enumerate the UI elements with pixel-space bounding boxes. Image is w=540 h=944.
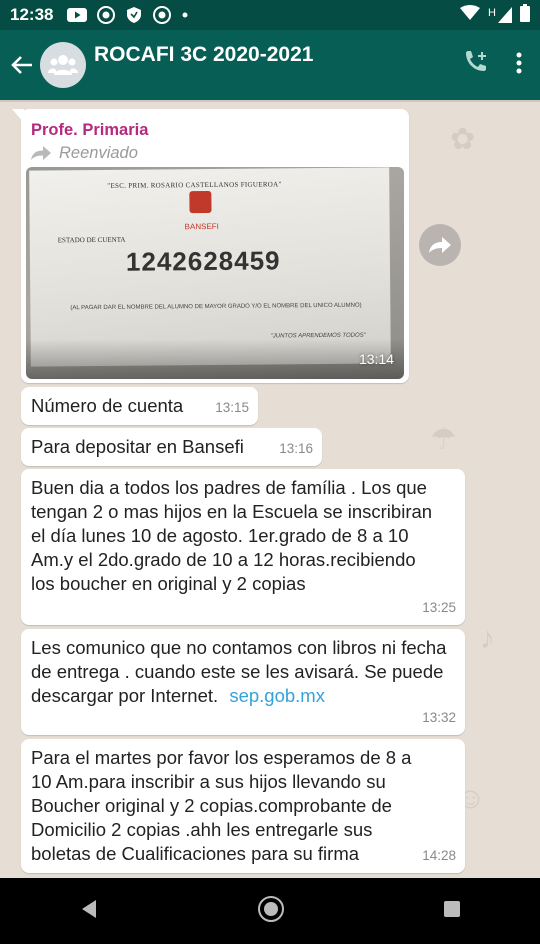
chrome-icon	[153, 6, 172, 24]
message-time: 14:28	[422, 848, 456, 863]
message-time: 13:25	[422, 600, 456, 615]
photo-thumbnail[interactable]: "ESC. PRIM. ROSARIO CASTELLANOS FIGUEROA…	[26, 167, 404, 379]
status-bar: 12:38 H	[0, 0, 540, 30]
group-icon	[48, 55, 78, 75]
forward-button[interactable]	[419, 224, 461, 266]
background-doodle: ☂	[430, 423, 457, 456]
message-time: 13:32	[422, 710, 456, 725]
photo-label: ESTADO DE CUENTA	[57, 235, 126, 245]
message-text: Les comunico que no contamos con libros …	[31, 636, 455, 708]
text-message[interactable]: Les comunico que no contamos con libros …	[21, 629, 465, 735]
chat-header: ROCAFI 3C 2020-2021	[0, 30, 540, 100]
dot-icon	[181, 11, 189, 19]
forward-icon	[429, 237, 451, 253]
shield-app-icon	[125, 6, 143, 24]
bubble-tail	[12, 109, 24, 123]
more-options-icon[interactable]	[516, 52, 522, 79]
battery-icon	[520, 3, 530, 27]
network-type-label: H	[488, 7, 496, 19]
forward-arrow-icon	[31, 146, 51, 160]
text-message[interactable]: Para depositar en Bansefi 13:16	[21, 428, 322, 466]
message-time: 13:16	[279, 441, 313, 456]
chat-area[interactable]: ✿ ☂ ♪ ☺ Profe. Primaria Reenviado "ESC. …	[0, 102, 540, 878]
status-time: 12:38	[10, 5, 54, 24]
photo-account-number: 1242628459	[125, 245, 281, 277]
add-call-icon[interactable]	[462, 49, 490, 82]
message-text: Para el martes por favor los esperamos d…	[31, 747, 412, 864]
text-message[interactable]: Número de cuenta 13:15	[21, 387, 258, 425]
recents-nav-icon[interactable]	[442, 899, 462, 924]
photo-logo-text: BANSEFI	[184, 221, 219, 232]
back-nav-icon[interactable]	[78, 898, 100, 925]
message-time: 13:14	[358, 351, 394, 367]
document-photo: "ESC. PRIM. ROSARIO CASTELLANOS FIGUEROA…	[29, 167, 391, 367]
background-doodle: ♪	[480, 622, 495, 655]
photo-shade	[26, 339, 404, 379]
signal-h-icon: H	[488, 7, 512, 23]
youtube-icon	[67, 8, 88, 22]
message-text: Buen dia a todos los padres de família .…	[31, 477, 433, 594]
photo-message[interactable]: Profe. Primaria Reenviado "ESC. PRIM. RO…	[12, 109, 409, 383]
text-message[interactable]: Buen dia a todos los padres de família .…	[21, 469, 465, 625]
wifi-icon	[460, 4, 481, 26]
system-nav-bar	[0, 878, 540, 944]
message-link[interactable]: sep.gob.mx	[229, 685, 325, 706]
background-doodle: ✿	[450, 123, 476, 156]
message-text: Número de cuenta	[31, 395, 184, 416]
group-avatar[interactable]	[40, 42, 86, 88]
group-title[interactable]: ROCAFI 3C 2020-2021	[94, 43, 462, 67]
forwarded-label: Reenviado	[31, 141, 138, 165]
message-time: 13:15	[215, 400, 249, 415]
back-button[interactable]	[4, 45, 40, 85]
arrow-left-icon	[11, 56, 32, 74]
text-message[interactable]: Para el martes por favor los esperamos d…	[21, 739, 465, 873]
chrome-icon	[97, 6, 116, 24]
message-text: Para depositar en Bansefi	[31, 436, 244, 457]
home-nav-icon[interactable]	[257, 895, 285, 928]
bansefi-logo-icon	[189, 190, 212, 214]
photo-note: (AL PAGAR DAR EL NOMBRE DEL ALUMNO DE MA…	[70, 302, 362, 312]
forwarded-text: Reenviado	[59, 144, 138, 162]
sender-name[interactable]: Profe. Primaria	[31, 118, 148, 142]
